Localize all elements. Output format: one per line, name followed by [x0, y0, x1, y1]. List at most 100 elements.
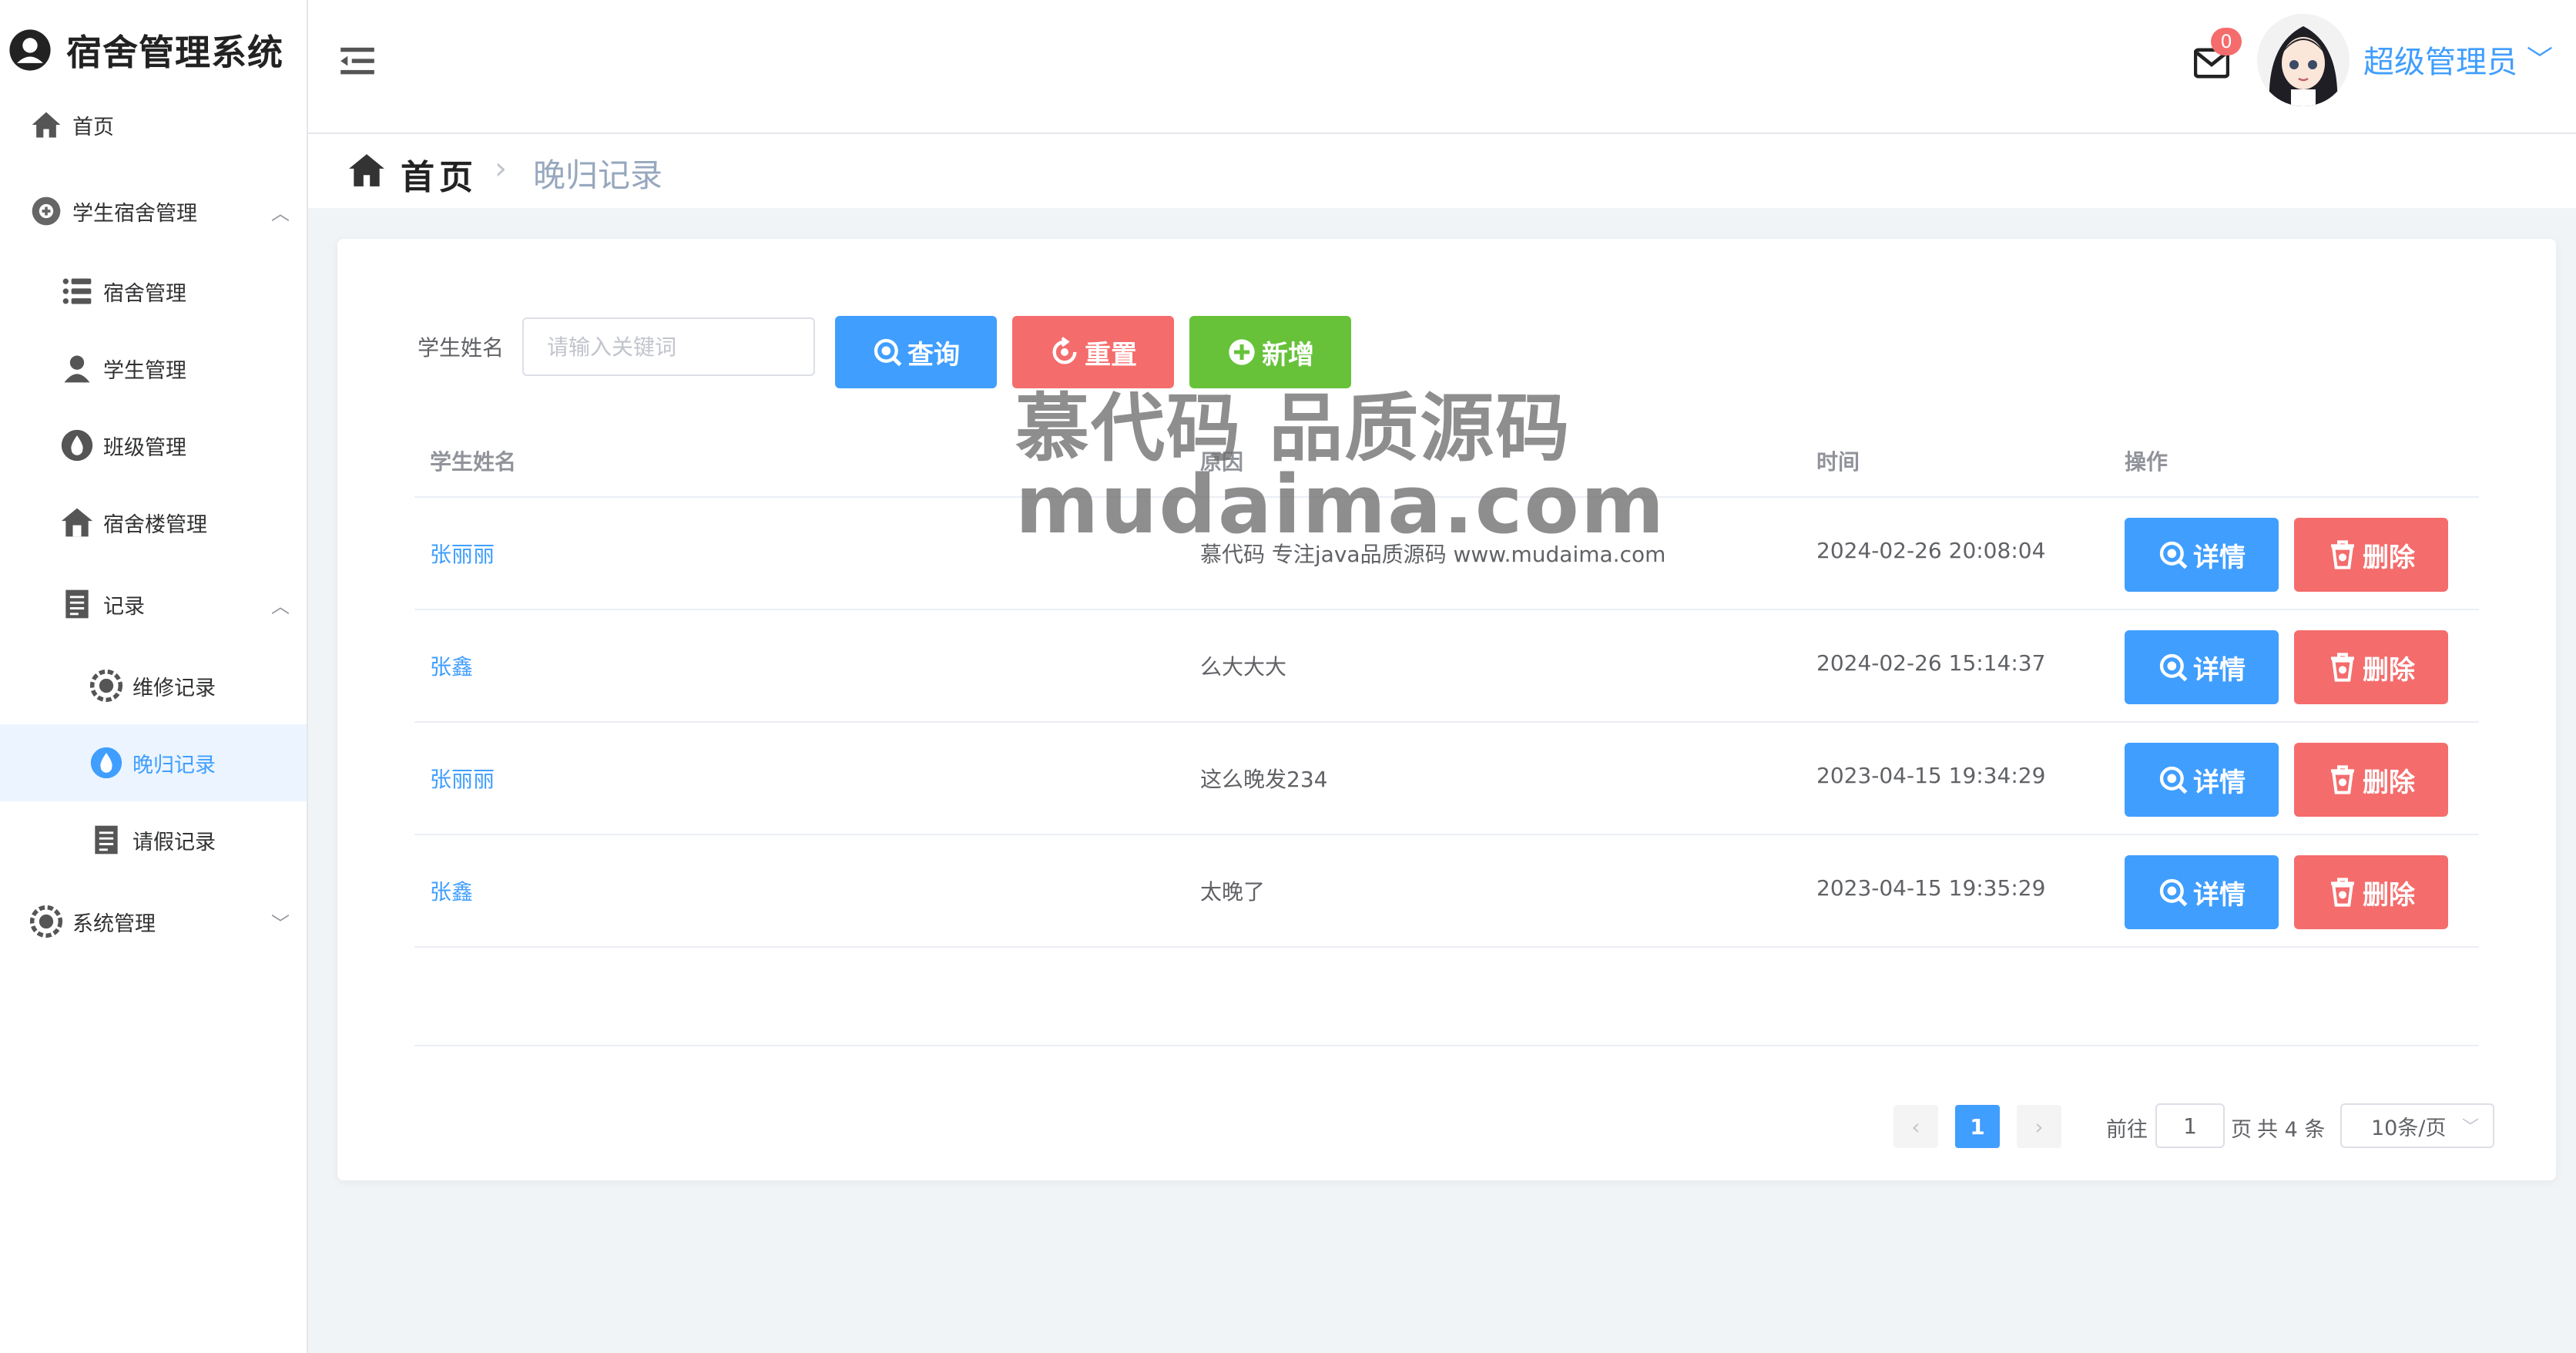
column-header-time: 时间 — [1816, 449, 1860, 475]
reason-cell: 这么晚发234 — [1200, 767, 1328, 792]
total-count: 共 4 条 — [2257, 1118, 2326, 1142]
logo-icon — [9, 29, 51, 71]
top-header: 0 超级管理员 ﹀ — [308, 0, 2576, 134]
detail-button[interactable]: 详情 — [2125, 630, 2279, 704]
goto-prefix: 前往 — [2106, 1118, 2148, 1142]
breadcrumb: 首页 › 晚归记录 — [308, 134, 2576, 208]
sidebar-item-label: 学生宿舍管理 — [72, 201, 197, 226]
query-button-label: 查询 — [907, 339, 960, 371]
sidebar-item-label: 班级管理 — [103, 435, 186, 460]
goto-page-input[interactable]: 1 — [2155, 1103, 2225, 1148]
sidebar: 宿舍管理系统 首页 学生宿舍管理 ︿ 宿舍管理 学生管理 班级管理 宿舍楼管理 … — [0, 0, 308, 1353]
menu-toggle-icon[interactable] — [340, 46, 374, 77]
watermark-line2: mudaima.com — [1015, 458, 1666, 552]
reason-cell: 太晚了 — [1200, 879, 1266, 905]
sidebar-item-late-records[interactable]: 晚归记录 — [88, 744, 216, 781]
goto-suffix: 页 — [2231, 1118, 2252, 1142]
breadcrumb-home[interactable]: 首页 — [401, 149, 478, 199]
page-size-value: 10条/页 — [2371, 1116, 2447, 1140]
student-name-link[interactable]: 张鑫 — [430, 650, 473, 681]
page-size-select[interactable]: 10条/页 ﹀ — [2340, 1103, 2494, 1148]
trash-icon — [2331, 765, 2354, 794]
table-divider — [414, 946, 2479, 948]
sidebar-item-home[interactable]: 首页 — [28, 106, 114, 143]
avatar[interactable] — [2257, 14, 2350, 106]
sidebar-item-label: 宿舍管理 — [103, 281, 186, 306]
table-divider — [414, 609, 2479, 610]
add-button-label: 新增 — [1262, 339, 1314, 371]
dorm-plus-icon — [32, 196, 61, 226]
search-icon — [2159, 541, 2188, 569]
sidebar-item-repair-records[interactable]: 维修记录 — [88, 667, 216, 704]
student-name-link[interactable]: 张鑫 — [430, 875, 473, 906]
detail-button-label: 详情 — [2193, 879, 2246, 911]
sidebar-item-student-dorm[interactable]: 学生宿舍管理 ︿ — [28, 193, 290, 230]
table-divider — [414, 834, 2479, 835]
sidebar-item-leave-records[interactable]: 请假记录 — [88, 821, 216, 858]
student-name-link[interactable]: 张丽丽 — [430, 763, 495, 794]
home-icon — [32, 112, 61, 138]
sidebar-item-system[interactable]: 系统管理 ﹀ — [28, 903, 290, 940]
sidebar-item-class-manage[interactable]: 班级管理 — [59, 427, 186, 464]
search-icon — [2159, 653, 2188, 682]
building-icon — [61, 508, 93, 537]
search-label: 学生姓名 — [418, 335, 505, 361]
detail-button[interactable]: 详情 — [2125, 518, 2279, 592]
home-icon[interactable] — [347, 151, 387, 190]
delete-button-label: 删除 — [2363, 767, 2415, 798]
gear-icon — [89, 669, 123, 703]
time-cell: 2024-02-26 20:08:04 — [1816, 538, 2046, 563]
chevron-down-icon: ﹀ — [2461, 1118, 2479, 1137]
table-divider — [414, 721, 2479, 723]
delete-button[interactable]: 删除 — [2294, 855, 2448, 929]
sidebar-item-label: 学生管理 — [103, 358, 186, 383]
drop-icon — [90, 747, 122, 779]
sidebar-item-label: 晚归记录 — [132, 753, 216, 777]
sidebar-item-label: 请假记录 — [132, 830, 216, 854]
reason-cell: 么大大大 — [1200, 654, 1287, 680]
sidebar-item-student-manage[interactable]: 学生管理 — [59, 350, 186, 387]
detail-button-label: 详情 — [2193, 542, 2246, 573]
app-logo: 宿舍管理系统 — [8, 23, 283, 77]
sidebar-item-label: 系统管理 — [72, 912, 156, 936]
search-input[interactable] — [522, 317, 815, 376]
app-title: 宿舍管理系统 — [66, 32, 283, 73]
detail-button[interactable]: 详情 — [2125, 743, 2279, 817]
detail-button-label: 详情 — [2193, 654, 2246, 686]
search-icon — [2159, 878, 2188, 907]
chevron-down-icon[interactable]: ﹀ — [2527, 39, 2553, 76]
add-icon — [1229, 339, 1255, 365]
detail-button-label: 详情 — [2193, 767, 2246, 798]
reset-button-label: 重置 — [1085, 339, 1137, 371]
sidebar-item-label: 记录 — [103, 594, 145, 619]
time-cell: 2023-04-15 19:34:29 — [1816, 763, 2046, 788]
student-name-link[interactable]: 张丽丽 — [430, 538, 495, 569]
chevron-down-icon: ﹀ — [271, 912, 290, 935]
sidebar-item-dorm-manage[interactable]: 宿舍管理 — [59, 273, 186, 310]
sidebar-item-label: 维修记录 — [132, 676, 216, 700]
delete-button[interactable]: 删除 — [2294, 743, 2448, 817]
username[interactable]: 超级管理员 — [2363, 37, 2517, 82]
next-page-button[interactable]: › — [2017, 1105, 2061, 1148]
delete-button-label: 删除 — [2363, 542, 2415, 573]
user-icon — [64, 355, 90, 383]
detail-button[interactable]: 详情 — [2125, 855, 2279, 929]
delete-button[interactable]: 删除 — [2294, 518, 2448, 592]
trash-icon — [2331, 653, 2354, 682]
table-bottom-border — [414, 1045, 2479, 1046]
sidebar-item-label: 首页 — [72, 115, 114, 139]
query-button[interactable]: 查询 — [835, 316, 997, 388]
sidebar-item-building-manage[interactable]: 宿舍楼管理 — [59, 504, 207, 541]
list-icon — [62, 278, 92, 304]
trash-icon — [2331, 878, 2354, 907]
trash-icon — [2331, 540, 2354, 569]
column-header-name: 学生姓名 — [430, 449, 517, 475]
page-number-button[interactable]: 1 — [1955, 1105, 2000, 1148]
sidebar-item-records[interactable]: 记录 ︿ — [59, 586, 290, 623]
prev-page-button[interactable]: ‹ — [1893, 1105, 1938, 1148]
chevron-up-icon: ︿ — [271, 595, 290, 617]
search-icon — [874, 338, 902, 367]
delete-button-label: 删除 — [2363, 879, 2415, 911]
delete-button[interactable]: 删除 — [2294, 630, 2448, 704]
breadcrumb-separator-icon: › — [495, 151, 507, 186]
